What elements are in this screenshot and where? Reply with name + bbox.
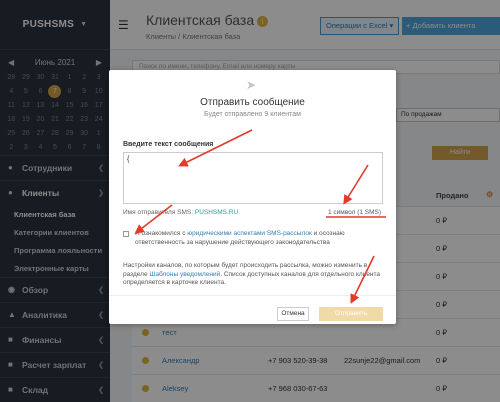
send-button-label: Отправить xyxy=(334,310,368,317)
cancel-button[interactable]: Отмена xyxy=(277,307,309,321)
send-button[interactable]: Отправить xyxy=(319,307,383,321)
sms-counter: 1 символ (1 SMS) xyxy=(328,209,382,216)
modal-divider xyxy=(109,295,396,296)
channels-info: Настройки каналов, по которым будет прои… xyxy=(123,262,385,288)
paper-plane-icon: ➤ xyxy=(246,78,257,92)
sender-name: PUSHSMS.RU xyxy=(194,209,239,216)
message-textarea[interactable]: { xyxy=(123,152,383,204)
legal-aspects-link[interactable]: юридическими аспектами SMS-рассылок xyxy=(187,230,312,237)
modal-title: Отправить сообщение xyxy=(200,97,305,108)
consent-text-before: Я ознакомился с xyxy=(135,230,186,237)
consent-text: Я ознакомился с юридическими аспектами S… xyxy=(123,230,385,247)
sender-prefix: Имя отправителя SMS: xyxy=(123,209,194,216)
send-message-modal: ➤ Отправить сообщение Будет отправлено 9… xyxy=(109,70,396,324)
modal-subtitle: Будет отправлено 9 клиентам xyxy=(204,111,301,118)
message-field-label: Введите текст сообщения xyxy=(123,141,214,148)
consent-checkbox[interactable] xyxy=(123,231,129,237)
notification-templates-link[interactable]: Шаблоны уведомлений xyxy=(149,271,220,278)
consent-row: Я ознакомился с юридическими аспектами S… xyxy=(123,230,385,247)
sender-info: Имя отправителя SMS: PUSHSMS.RU xyxy=(123,209,238,216)
